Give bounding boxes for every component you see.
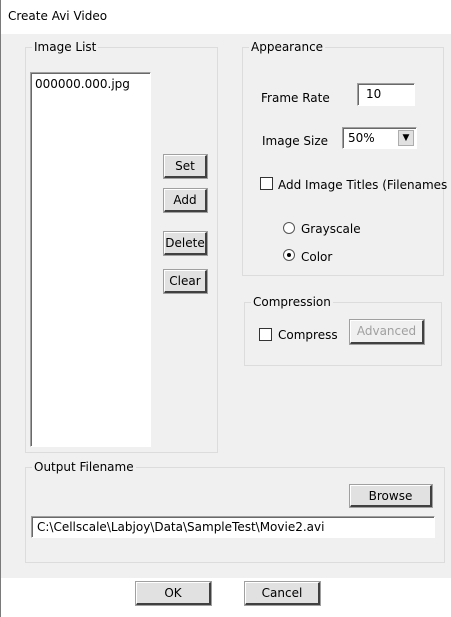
frame-rate-label: Frame Rate [261,91,330,105]
compression-legend: Compression [251,295,333,309]
output-filename-input[interactable]: C:\Cellscale\Labjoy\Data\SampleTest\Movi… [31,516,435,538]
grayscale-label: Grayscale [301,222,361,236]
frame-rate-value: 10 [366,87,382,101]
clear-button[interactable]: Clear [163,269,208,294]
appearance-legend: Appearance [249,40,326,54]
image-listbox[interactable]: 000000.000.jpg [30,72,151,447]
appearance-group: Appearance [242,40,444,276]
output-filename-legend: Output Filename [32,460,136,474]
image-size-label: Image Size [262,134,329,148]
image-size-select[interactable]: 50% ▼ [342,127,417,149]
output-filename-value: C:\Cellscale\Labjoy\Data\SampleTest\Movi… [37,520,325,534]
window-title: Create Avi Video [8,9,108,23]
create-avi-video-dialog: Create Avi Video Image List 000000.000.j… [0,0,451,617]
chevron-down-icon[interactable]: ▼ [398,130,414,146]
compress-label: Compress [278,328,338,342]
image-size-value: 50% [348,131,375,145]
add-titles-label: Add Image Titles (Filenames [278,178,448,192]
image-list-legend: Image List [32,40,99,54]
grayscale-radio[interactable] [283,222,295,234]
ok-button[interactable]: OK [135,581,212,606]
delete-button[interactable]: Delete [163,231,208,256]
color-radio[interactable] [283,249,295,261]
add-button[interactable]: Add [163,188,208,213]
frame-rate-input[interactable]: 10 [357,83,415,106]
radio-selected-dot [287,253,291,257]
advanced-button[interactable]: Advanced [349,319,425,345]
dialog-footer: OK Cancel [1,578,451,617]
dialog-client-area: Image List 000000.000.jpg Set Add Delete… [2,34,451,617]
color-label: Color [301,250,333,264]
list-item[interactable]: 000000.000.jpg [35,77,130,91]
cancel-button[interactable]: Cancel [244,581,321,606]
set-button[interactable]: Set [163,154,208,179]
add-titles-checkbox[interactable] [260,177,273,190]
browse-button[interactable]: Browse [349,484,433,508]
title-bar: Create Avi Video [1,0,451,34]
compress-checkbox[interactable] [259,328,272,341]
output-filename-group: Output Filename [25,460,445,563]
